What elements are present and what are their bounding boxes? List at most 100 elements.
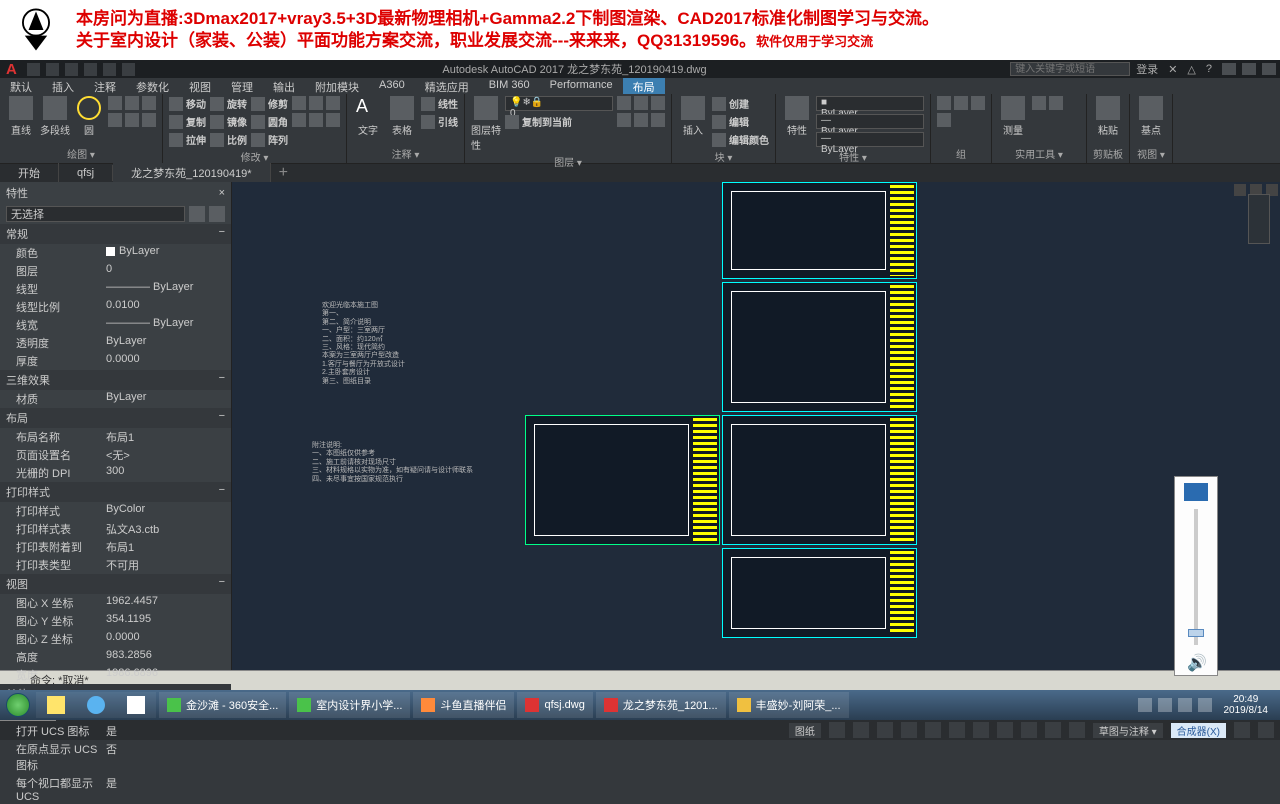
qat-undo-icon[interactable]: [103, 63, 116, 76]
sb-polar-icon[interactable]: [901, 722, 917, 738]
help-search-input[interactable]: [1010, 62, 1130, 76]
volume-thumb[interactable]: [1188, 629, 1204, 637]
section-general[interactable]: 常规−: [0, 224, 231, 244]
ltype-combo[interactable]: — ByLayer: [816, 132, 924, 147]
pin-qq[interactable]: [116, 692, 156, 718]
task-item[interactable]: qfsj.dwg: [517, 692, 592, 718]
tray-flag-icon[interactable]: [1158, 698, 1172, 712]
sb-otrack-icon[interactable]: [949, 722, 965, 738]
tab-insert[interactable]: 插入: [42, 78, 84, 94]
measure-button[interactable]: 测量: [998, 96, 1028, 137]
maximize-icon[interactable]: [1242, 63, 1256, 75]
app-logo[interactable]: A: [0, 61, 23, 78]
layerprops-button[interactable]: 图层特性: [471, 96, 501, 152]
tab-output[interactable]: 输出: [263, 78, 305, 94]
add-filetab-button[interactable]: +: [271, 162, 296, 184]
match-layer-button[interactable]: 复制到当前: [505, 114, 613, 129]
tab-addins[interactable]: 附加模块: [305, 78, 369, 94]
scale-button[interactable]: 比例: [210, 132, 247, 147]
filetab-current[interactable]: 龙之梦东苑_120190419*: [113, 163, 270, 183]
sb-ortho-icon[interactable]: [877, 722, 893, 738]
volume-slider[interactable]: [1194, 509, 1198, 645]
filetab-start[interactable]: 开始: [0, 163, 59, 183]
tab-parametric[interactable]: 参数化: [126, 78, 179, 94]
copy-button[interactable]: 复制: [169, 114, 206, 129]
props-close-icon[interactable]: ×: [219, 187, 225, 199]
speaker-icon[interactable]: 🔊: [1187, 653, 1205, 669]
sb-model[interactable]: 图纸: [789, 723, 821, 738]
view-cube[interactable]: [1248, 194, 1270, 244]
stretch-button[interactable]: 拉伸: [169, 132, 206, 147]
login-label[interactable]: 登录: [1136, 61, 1158, 77]
insert-button[interactable]: 插入: [678, 96, 708, 137]
taskbar-clock[interactable]: 20:492019/8/14: [1218, 694, 1275, 716]
tab-default[interactable]: 默认: [0, 78, 42, 94]
tab-a360[interactable]: A360: [369, 78, 415, 94]
rotate-button[interactable]: 旋转: [210, 96, 247, 111]
sb-fullscreen-icon[interactable]: [1234, 722, 1250, 738]
pin-explorer[interactable]: [36, 692, 76, 718]
qat-new-icon[interactable]: [27, 63, 40, 76]
sb-workspace[interactable]: 草图与注释 ▾: [1093, 723, 1163, 738]
lweight-combo[interactable]: — ByLayer: [816, 114, 924, 129]
sb-lwt-icon[interactable]: [973, 722, 989, 738]
edit-color-button[interactable]: 编辑颜色: [712, 132, 769, 147]
mirror-button[interactable]: 镜像: [210, 114, 247, 129]
sb-transp-icon[interactable]: [997, 722, 1013, 738]
tab-bim360[interactable]: BIM 360: [479, 78, 540, 94]
leader-button[interactable]: 引线: [421, 114, 458, 129]
qat-redo-icon[interactable]: [122, 63, 135, 76]
trim-button[interactable]: 修剪: [251, 96, 288, 111]
tab-view[interactable]: 视图: [179, 78, 221, 94]
task-item[interactable]: 丰盛妙-刘阿荣_...: [729, 692, 849, 718]
tab-featured[interactable]: 精选应用: [415, 78, 479, 94]
circle-button[interactable]: 圆: [74, 96, 104, 137]
fillet-button[interactable]: 圆角: [251, 114, 288, 129]
edit-block-button[interactable]: 编辑: [712, 114, 769, 129]
filetab-qfsj[interactable]: qfsj: [59, 165, 113, 181]
sb-gear-icon[interactable]: [1069, 722, 1085, 738]
section-plot[interactable]: 打印样式−: [0, 482, 231, 502]
selection-combo[interactable]: [6, 206, 185, 222]
task-item[interactable]: 斗鱼直播伴侣: [413, 692, 514, 718]
tray-network-icon[interactable]: [1178, 698, 1192, 712]
section-view[interactable]: 视图−: [0, 574, 231, 594]
tab-performance[interactable]: Performance: [540, 78, 623, 94]
sb-grid-icon[interactable]: [829, 722, 845, 738]
create-block-button[interactable]: 创建: [712, 96, 769, 111]
qat-print-icon[interactable]: [84, 63, 97, 76]
task-item[interactable]: 室内设计界小学...: [289, 692, 410, 718]
tray-volume-icon[interactable]: [1198, 698, 1212, 712]
close-icon[interactable]: [1262, 63, 1276, 75]
task-item[interactable]: 金沙滩 - 360安全...: [159, 692, 286, 718]
section-3d[interactable]: 三维效果−: [0, 370, 231, 390]
sb-cycle-icon[interactable]: [1021, 722, 1037, 738]
exchange-icon[interactable]: ✕: [1168, 63, 1177, 76]
color-combo[interactable]: ■ ByLayer: [816, 96, 924, 111]
sb-osnap-icon[interactable]: [925, 722, 941, 738]
pin-browser[interactable]: [76, 692, 116, 718]
polyline-button[interactable]: 多段线: [40, 96, 70, 137]
paste-button[interactable]: 粘贴: [1093, 96, 1123, 137]
qat-open-icon[interactable]: [46, 63, 59, 76]
tab-layout[interactable]: 布局: [623, 78, 665, 94]
props-button[interactable]: 特性: [782, 96, 812, 137]
text-button[interactable]: A文字: [353, 96, 383, 137]
task-item[interactable]: 龙之梦东苑_1201...: [596, 692, 726, 718]
section-layout[interactable]: 布局−: [0, 408, 231, 428]
a360-icon[interactable]: △: [1187, 63, 1195, 76]
tray-up-icon[interactable]: [1138, 698, 1152, 712]
sb-customize-icon[interactable]: [1258, 722, 1274, 738]
tab-manage[interactable]: 管理: [221, 78, 263, 94]
basepoint-button[interactable]: 基点: [1136, 96, 1166, 137]
drawing-canvas[interactable]: 欢迎光临本施工图第一、第二、简介说明一、户型：三室两厅二、面积：约120㎡三、风…: [232, 182, 1280, 670]
minimize-icon[interactable]: [1222, 63, 1236, 75]
help-icon[interactable]: ?: [1206, 63, 1212, 75]
tab-annotate[interactable]: 注释: [84, 78, 126, 94]
start-button[interactable]: [0, 690, 36, 720]
array-button[interactable]: 阵列: [251, 132, 288, 147]
line-button[interactable]: 直线: [6, 96, 36, 137]
linear-dim-button[interactable]: 线性: [421, 96, 458, 111]
qat-save-icon[interactable]: [65, 63, 78, 76]
sb-annot-icon[interactable]: [1045, 722, 1061, 738]
